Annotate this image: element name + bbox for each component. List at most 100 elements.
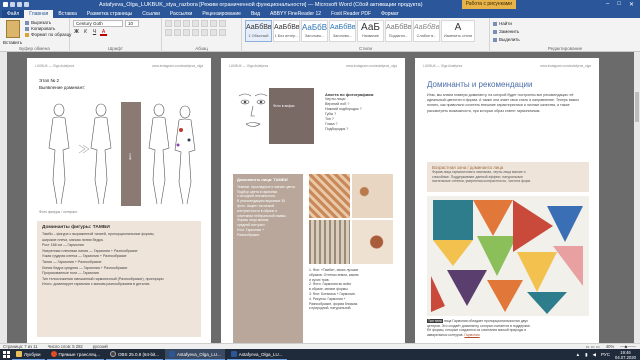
swatch [309,174,350,218]
font-color-button[interactable]: А [100,29,107,36]
vertical-scrollbar[interactable] [634,52,640,343]
taskbar-item-word-1[interactable]: Astafyeva_Olga_LU... [164,349,225,360]
save-icon[interactable] [10,2,15,7]
replace-button[interactable]: Заменить [493,28,637,36]
word-icon [168,351,175,357]
page2-list: 1. Фон: «Тамби», своих лучших образов. О… [309,268,393,311]
window-title: Astafyeva_Olga_LUKBUK_stya_razbora [Режи… [99,1,423,8]
style-subtle-emphasis[interactable]: АаБбВвГ Слабое в... [413,20,440,42]
editing-group-label: Редактирование [547,46,583,51]
align-left-icon[interactable] [165,29,172,36]
minimize-button[interactable]: – [606,1,609,8]
page-title: Доминанты и рекомендации [427,80,533,89]
font-size-combo[interactable]: 10 [125,20,139,27]
underline-button[interactable]: Ч [91,29,98,36]
page-3[interactable]: LUKBUK — Olga Astafyeva www.instagram.com… [415,58,599,343]
tab-home[interactable]: Главная [24,10,54,18]
sort-icon[interactable] [210,20,217,27]
page-header: LUKBUK — Olga Astafyeva www.instagram.com… [221,58,405,68]
keyboard-language[interactable]: РУС [601,352,610,357]
line-spacing-icon[interactable] [201,29,208,36]
intro-paragraph: Итак, мы знаем главную доминанту, на кот… [427,93,580,113]
paragraph-group-label: Абзац [195,46,208,51]
clock[interactable]: 19:46 04.07.2020 [615,350,636,360]
borders-icon[interactable] [219,29,226,36]
change-styles-button[interactable]: A Изменить стили [441,20,475,42]
format-painter-button[interactable]: Формат по образцу [25,32,71,38]
replace-label: Заменить [499,29,520,34]
face-photo: Фото в анфас [269,88,314,144]
svg-text:фото: фото [128,153,132,160]
paragraph-line: акварельных контуров. [427,332,464,337]
find-button[interactable]: Найти [493,20,637,28]
clipboard-group: Вставить Вырезать Копировать Формат по о… [0,18,71,52]
decrease-indent-icon[interactable] [192,20,199,27]
taskbar-item-word-2[interactable]: Astafyeva_Olga_LU... [226,349,287,360]
tab-abbyy[interactable]: ABBYY FineReader 12 [265,10,326,18]
style-subtitle[interactable]: АаБбВвГ Подзагол... [385,20,412,42]
close-button[interactable]: ✕ [629,1,634,8]
bold-button[interactable]: Ж [73,29,80,36]
style-name: 1 Без интер... [274,34,299,38]
multilevel-list-icon[interactable] [183,20,190,27]
align-center-icon[interactable] [174,29,181,36]
taskbar-item-folder[interactable]: Лукбуки [12,349,45,360]
font-family-combo[interactable]: Century Goth [73,20,123,27]
find-label: Найти [499,21,512,26]
tab-references[interactable]: Ссылки [137,10,165,18]
bullets-icon[interactable] [165,20,172,27]
style-heading-2[interactable]: АаБбВвГ Заголово... [329,20,356,42]
maximize-button[interactable]: □ [617,1,621,8]
underlined-word: Гармония [464,332,480,337]
tab-insert[interactable]: Вставка [53,10,82,18]
style-no-spacing[interactable]: АаБбВвГ 1 Без интер... [273,20,300,42]
vertical-ruler [0,52,7,343]
photo-label: Фото в анфас [273,104,295,108]
style-heading-1[interactable]: АаБбВ Заголово... [301,20,328,42]
increase-indent-icon[interactable] [201,20,208,27]
swatch [352,174,393,218]
italic-button[interactable]: К [82,29,89,36]
start-button[interactable] [0,349,12,360]
volume-icon[interactable]: ◀ [593,352,596,358]
taskbar-item-browser[interactable]: Прямые трансляц... [46,349,104,360]
select-button[interactable]: Выделить [493,36,637,44]
tray-arrow-icon[interactable]: ▲ [576,352,580,357]
obs-icon [109,351,116,357]
page-1[interactable]: LUKBUK — Olga Astafyeva www.instagram.com… [27,58,211,343]
numbering-icon[interactable] [174,20,181,27]
undo-icon[interactable] [17,2,22,7]
tab-file[interactable]: Файл [2,10,25,18]
style-sample: АаБбВвГ [246,24,272,31]
align-right-icon[interactable] [183,29,190,36]
clock-date: 04.07.2020 [615,354,636,360]
page-2[interactable]: LUKBUK — Olga Astafyeva www.instagram.com… [221,58,405,343]
tab-view[interactable]: Вид [246,10,265,18]
scrollbar-thumb[interactable] [635,92,639,122]
styles-group-label: Стили [359,46,372,51]
ribbon: Вставить Вырезать Копировать Формат по о… [0,18,640,52]
highlighted-text: Тип типа [427,319,443,323]
style-sample: АаБбВвГ [330,24,356,31]
tab-mailings[interactable]: Рассылки [165,10,197,18]
show-marks-icon[interactable] [219,20,226,27]
redo-icon[interactable] [24,2,29,7]
zone-line: пастельные оттенки, умеренная контрастно… [432,179,531,184]
style-name: Заголово... [304,34,325,38]
ribbon-tabs: Файл Главная Вставка Разметка страницы С… [0,9,640,18]
tab-page-layout[interactable]: Разметка страницы [82,10,137,18]
box-line: Разнообразие. [237,232,261,237]
taskbar-item-obs[interactable]: OBS 25.0.8 (64-bit... [105,349,163,360]
tab-review[interactable]: Рецензирование [197,10,246,18]
header-right: www.instagram.com/astafyeva_olga [152,64,203,68]
justify-icon[interactable] [192,29,199,36]
shading-icon[interactable] [210,29,217,36]
style-title[interactable]: АаБ Название [357,20,384,42]
folder-icon [16,351,22,357]
style-sample: АаБбВвГ [386,24,412,31]
style-normal[interactable]: АаБбВвГ 1 Обычный [245,20,272,42]
word-logo-icon [3,2,8,7]
tab-foxit[interactable]: Foxit Reader PDF [326,10,376,18]
network-icon[interactable]: ▮ [585,352,587,358]
tab-format[interactable]: Формат [376,10,404,18]
